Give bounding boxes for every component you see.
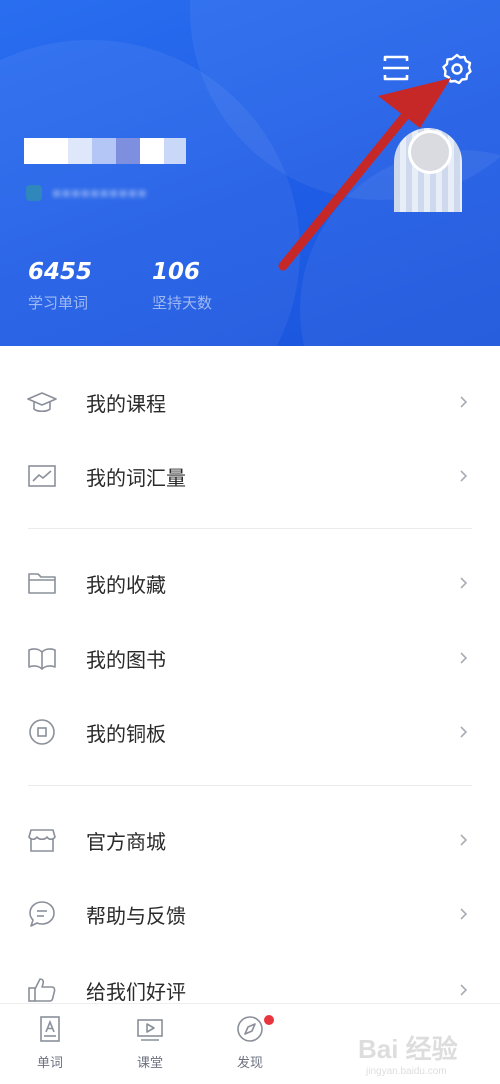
chevron-right-icon — [460, 834, 468, 846]
stat-days-label: 坚持天数 — [152, 294, 213, 312]
user-id-blurred: ▪▪▪▪▪▪▪▪▪▪ — [52, 185, 147, 201]
tab-words[interactable]: 单词 — [20, 1014, 80, 1071]
tab-label: 单词 — [36, 1056, 63, 1071]
notification-dot — [264, 1015, 274, 1025]
scan-icon[interactable] — [380, 52, 412, 84]
stat-words-value: 6455 — [28, 259, 93, 285]
stat-days-value: 106 — [152, 259, 201, 285]
menu-item-label: 给我们好评 — [86, 979, 186, 1004]
avatar-ring — [408, 130, 452, 174]
coin-icon — [29, 719, 55, 745]
watermark-subtext: jingyan.baidu.com — [365, 1066, 447, 1077]
menu-item-label: 我的课程 — [86, 391, 166, 416]
menu-item-label: 我的图书 — [86, 647, 166, 672]
tab-classroom[interactable]: 课堂 — [120, 1014, 180, 1071]
menu-item-label: 帮助与反馈 — [86, 903, 186, 928]
chevron-right-icon — [460, 984, 468, 996]
thumbs-up-icon — [28, 978, 56, 1002]
profile-header: ▪▪▪▪▪▪▪▪▪▪ 6455 学习单词 106 坚持天数 — [0, 0, 500, 346]
gear-icon[interactable] — [441, 52, 473, 84]
menu-item-store[interactable]: 官方商城 — [0, 805, 500, 875]
stat-words: 6455 学习单词 — [28, 256, 92, 313]
chevron-right-icon — [460, 470, 468, 482]
stat-days: 106 坚持天数 — [152, 256, 212, 313]
chat-icon — [29, 901, 55, 927]
id-badge-icon — [26, 185, 42, 201]
username-blurred — [24, 138, 186, 164]
chevron-right-icon — [460, 726, 468, 738]
section-divider — [28, 528, 472, 529]
menu-item-coins[interactable]: 我的铜板 — [0, 697, 500, 767]
word-card-icon — [40, 1016, 60, 1042]
stat-words-label: 学习单词 — [28, 294, 89, 312]
chevron-right-icon — [460, 577, 468, 589]
menu-item-help[interactable]: 帮助与反馈 — [0, 879, 500, 949]
tab-label: 发现 — [236, 1056, 263, 1071]
chevron-right-icon — [460, 652, 468, 664]
menu-item-label: 我的铜板 — [86, 721, 166, 746]
menu-item-vocabulary[interactable]: 我的词汇量 — [0, 441, 500, 511]
chevron-right-icon — [460, 396, 468, 408]
video-icon — [137, 1019, 163, 1041]
menu-item-label: 我的词汇量 — [86, 465, 186, 490]
folder-icon — [28, 573, 56, 594]
menu-item-favorites[interactable]: 我的收藏 — [0, 548, 500, 618]
menu-item-courses[interactable]: 我的课程 — [0, 367, 500, 437]
avatar[interactable] — [394, 128, 462, 212]
section-divider — [28, 785, 472, 786]
chevron-right-icon — [460, 908, 468, 920]
compass-icon — [237, 1016, 263, 1042]
menu-item-books[interactable]: 我的图书 — [0, 623, 500, 693]
chart-icon — [28, 465, 56, 487]
book-icon — [28, 648, 56, 670]
user-id-row: ▪▪▪▪▪▪▪▪▪▪ — [26, 182, 147, 204]
watermark: Bai 经验 jingyan.baidu.com — [358, 1034, 458, 1077]
menu-item-label: 我的收藏 — [86, 572, 166, 597]
store-icon — [28, 829, 56, 852]
watermark-text: Bai 经验 — [358, 1034, 458, 1064]
menu-item-label: 官方商城 — [86, 829, 166, 854]
tab-label: 课堂 — [136, 1056, 163, 1071]
graduation-cap-icon — [27, 392, 57, 413]
